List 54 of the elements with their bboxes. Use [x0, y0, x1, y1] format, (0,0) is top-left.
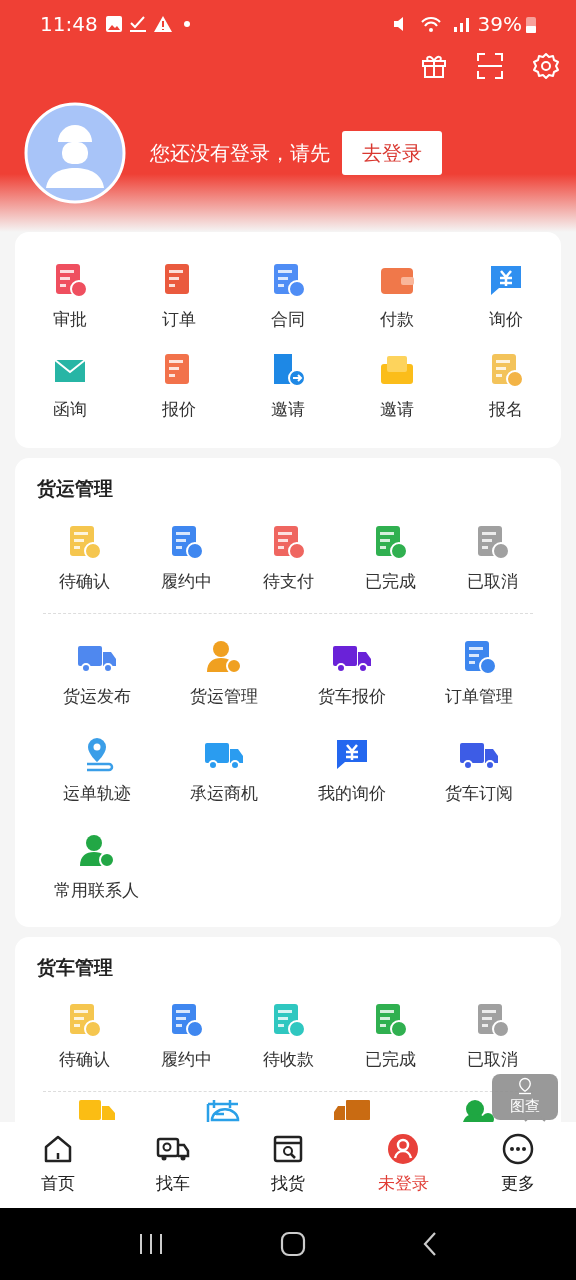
menu-label[interactable]: 货运管理: [190, 685, 259, 707]
menu-label[interactable]: 邀请: [380, 398, 415, 420]
nav-tab[interactable]: 未登录: [345, 1122, 461, 1208]
scan-icon[interactable]: [476, 52, 504, 80]
recent-apps-icon[interactable]: [138, 1232, 164, 1256]
warning-icon: [153, 16, 172, 32]
nav-tab[interactable]: 找货: [230, 1122, 346, 1208]
menu-label[interactable]: 订单管理: [445, 685, 514, 707]
menu-label[interactable]: 常用联系人: [54, 879, 140, 901]
menu-label[interactable]: 已完成: [364, 569, 416, 592]
check-icon: [129, 16, 146, 32]
menu-label[interactable]: 合同: [271, 308, 305, 330]
menu-label[interactable]: 函询: [52, 398, 87, 420]
menu-label[interactable]: 履约中: [160, 569, 212, 592]
menu-label[interactable]: 货车订阅: [445, 782, 514, 804]
menu-label[interactable]: 报名: [489, 398, 524, 420]
status-time: 11:48: [40, 11, 98, 38]
menu-label[interactable]: 已取消: [466, 569, 518, 592]
battery-percent: 39%: [477, 11, 522, 38]
menu-label[interactable]: 履约中: [160, 1048, 212, 1070]
menu-label[interactable]: 订单: [161, 308, 196, 330]
home-icon[interactable]: [280, 1231, 306, 1257]
menu-label[interactable]: 报价: [161, 398, 196, 420]
section-title: 货运管理: [37, 476, 114, 501]
menu-label[interactable]: 已完成: [364, 1048, 416, 1070]
more-icon: [502, 1133, 535, 1166]
menu-label[interactable]: 待确认: [58, 569, 110, 592]
nav-tab[interactable]: 找车: [115, 1122, 231, 1208]
menu-label[interactable]: 承运商机: [190, 782, 259, 804]
menu-label[interactable]: 货运发布: [62, 685, 131, 707]
nav-tab[interactable]: 首页: [0, 1122, 116, 1208]
back-icon[interactable]: [422, 1231, 438, 1257]
nav-tab[interactable]: 更多: [460, 1122, 576, 1208]
menu-label[interactable]: 付款: [380, 308, 415, 330]
menu-label[interactable]: 待收款: [262, 1048, 314, 1070]
menu-label[interactable]: 我的询价: [317, 782, 386, 804]
menu-label[interactable]: 待支付: [262, 569, 314, 592]
image-icon: [105, 16, 122, 32]
dot-icon: [183, 21, 190, 27]
menu-label[interactable]: 待确认: [58, 1048, 110, 1070]
menu-label[interactable]: 邀请: [271, 398, 305, 420]
avatar[interactable]: [24, 102, 126, 204]
menu-label[interactable]: 询价: [489, 308, 524, 330]
location-pin-icon: [516, 1076, 534, 1095]
menu-label[interactable]: 运单轨迹: [62, 782, 131, 804]
user-icon: [387, 1133, 420, 1166]
menu-label[interactable]: 已取消: [466, 1048, 518, 1070]
menu-label[interactable]: 货车报价: [317, 685, 386, 707]
battery-icon: [526, 15, 536, 33]
settings-icon[interactable]: [532, 52, 560, 80]
login-prompt: 您还没有登录，请先: [150, 140, 330, 167]
login-button[interactable]: 去登录: [342, 131, 442, 175]
section-title: 货车管理: [37, 954, 114, 980]
menu-label[interactable]: 审批: [52, 308, 87, 330]
